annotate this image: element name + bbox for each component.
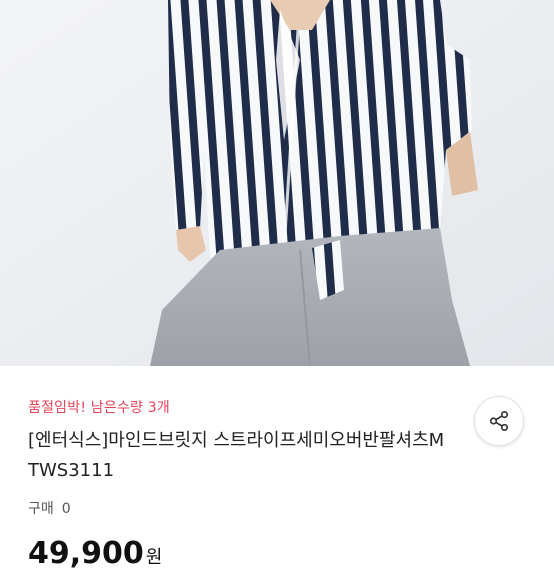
purchase-value: 0 [61, 501, 71, 517]
share-icon [489, 411, 509, 431]
share-button[interactable] [474, 396, 524, 446]
stock-notice: 품절임박! 남은수량 3개 [28, 400, 170, 416]
purchase-label: 구매 [28, 501, 54, 517]
product-image [0, 0, 554, 366]
product-price: 49,900 원 [28, 534, 162, 578]
purchase-count: 구매 0 [28, 498, 71, 518]
price-unit: 원 [145, 547, 163, 568]
product-title: [엔터식스]마인드브릿지 스트라이프세미오버반팔셔츠MTWS3111 [28, 430, 445, 481]
